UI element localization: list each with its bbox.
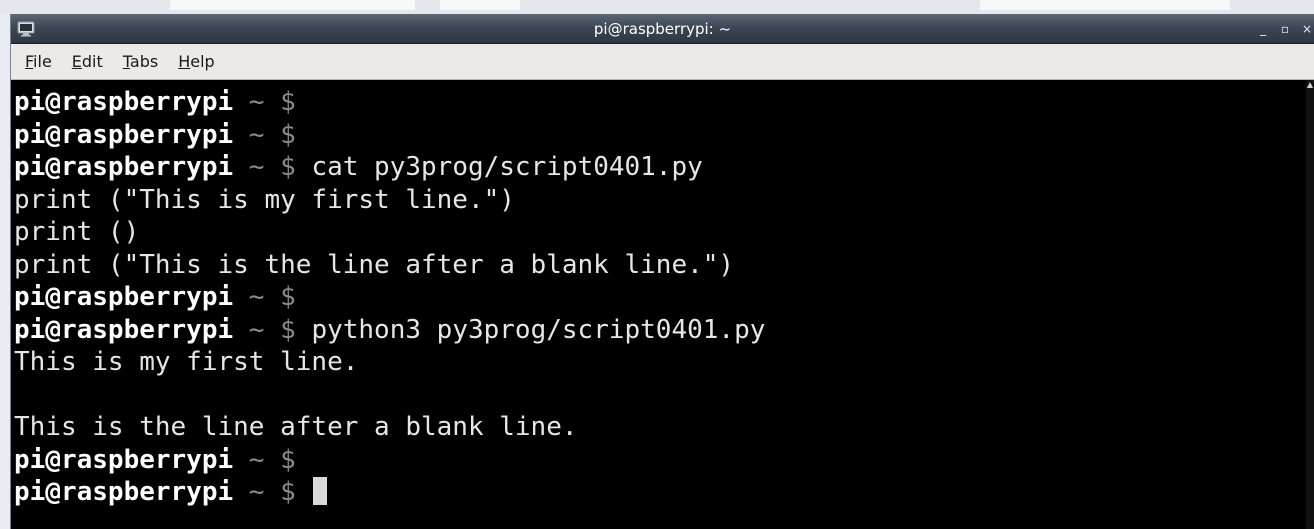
command-text: cat py3prog/script0401.py bbox=[311, 152, 703, 182]
prompt-path: ~ $ bbox=[233, 444, 296, 475]
menu-help-mnemonic: H bbox=[178, 52, 191, 71]
output-text: This is the line after a blank line. bbox=[14, 412, 578, 442]
terminal-output[interactable]: pi@raspberrypi ~ $ pi@raspberrypi ~ $ pi@r… bbox=[11, 80, 1314, 529]
prompt-path: ~ $ bbox=[233, 119, 296, 150]
menu-tabs-mnemonic: T bbox=[122, 52, 130, 71]
command-text: python3 py3prog/script0401.py bbox=[311, 314, 766, 345]
menu-help[interactable]: Help bbox=[178, 52, 214, 71]
prompt-line: pi@raspberrypi ~ $ python3 py3prog/scrip… bbox=[14, 314, 1314, 347]
prompt-line: pi@raspberrypi ~ $ bbox=[14, 281, 1314, 314]
prompt-line: pi@raspberrypi ~ $ bbox=[14, 444, 1314, 477]
prompt-path: ~ $ bbox=[233, 87, 296, 117]
menu-file[interactable]: File bbox=[25, 52, 52, 71]
menu-tabs-label: abs bbox=[129, 52, 159, 71]
close-button[interactable]: × bbox=[1300, 22, 1314, 36]
prompt-path: ~ $ bbox=[233, 314, 296, 345]
terminal-scrollbar[interactable]: ▲ bbox=[1306, 80, 1314, 529]
terminal-window: pi@raspberrypi: ~ _ ▫ × File Edit Tabs H… bbox=[10, 14, 1314, 529]
background-block bbox=[170, 0, 415, 10]
prompt-line: pi@raspberrypi ~ $ bbox=[14, 476, 1314, 509]
window-controls: _ ▫ × bbox=[1248, 14, 1314, 44]
background-strip bbox=[0, 0, 1314, 14]
prompt-user-host: pi@raspberrypi bbox=[14, 87, 234, 117]
prompt-user-host: pi@raspberrypi bbox=[14, 444, 234, 475]
prompt-user-host: pi@raspberrypi bbox=[14, 119, 234, 150]
prompt-user-host: pi@raspberrypi bbox=[14, 477, 234, 507]
prompt-line: pi@raspberrypi ~ $ bbox=[14, 86, 1314, 119]
prompt-path: ~ $ bbox=[233, 282, 296, 312]
menu-file-mnemonic: F bbox=[25, 52, 34, 71]
output-text: This is my first line. bbox=[14, 347, 359, 377]
menu-edit-label: dit bbox=[81, 52, 103, 71]
prompt-user-host: pi@raspberrypi bbox=[14, 152, 234, 182]
menu-tabs[interactable]: Tabs bbox=[123, 52, 158, 71]
menu-edit[interactable]: Edit bbox=[72, 52, 103, 71]
output-line: This is my first line. bbox=[14, 346, 1314, 379]
menu-bar: File Edit Tabs Help bbox=[11, 44, 1314, 80]
output-line: print ("This is the line after a blank l… bbox=[14, 249, 1314, 282]
menu-file-label: ile bbox=[33, 52, 52, 71]
prompt-line: pi@raspberrypi ~ $ cat py3prog/script040… bbox=[14, 151, 1314, 184]
prompt-path: ~ $ bbox=[233, 152, 296, 182]
output-text: print () bbox=[14, 217, 140, 247]
prompt-line: pi@raspberrypi ~ $ bbox=[14, 119, 1314, 152]
minimize-button[interactable]: _ bbox=[1256, 22, 1270, 36]
menu-help-label: elp bbox=[190, 52, 215, 71]
background-block bbox=[980, 0, 1230, 10]
maximize-button[interactable]: ▫ bbox=[1278, 22, 1292, 36]
text-cursor bbox=[313, 477, 328, 505]
output-line: This is the line after a blank line. bbox=[14, 411, 1314, 444]
scroll-up-icon[interactable]: ▲ bbox=[1306, 80, 1314, 90]
output-text: print ("This is my first line.") bbox=[14, 184, 515, 215]
output-line: print ("This is my first line.") bbox=[14, 184, 1314, 217]
prompt-user-host: pi@raspberrypi bbox=[14, 282, 234, 312]
prompt-user-host: pi@raspberrypi bbox=[14, 314, 234, 345]
background-block bbox=[440, 0, 520, 10]
output-text: print ("This is the line after a blank l… bbox=[14, 249, 735, 280]
menu-edit-mnemonic: E bbox=[71, 52, 82, 71]
title-bar[interactable]: pi@raspberrypi: ~ _ ▫ × bbox=[11, 14, 1314, 44]
output-line: print () bbox=[14, 216, 1314, 249]
window-title: pi@raspberrypi: ~ bbox=[593, 20, 732, 38]
prompt-path: ~ $ bbox=[233, 477, 296, 507]
